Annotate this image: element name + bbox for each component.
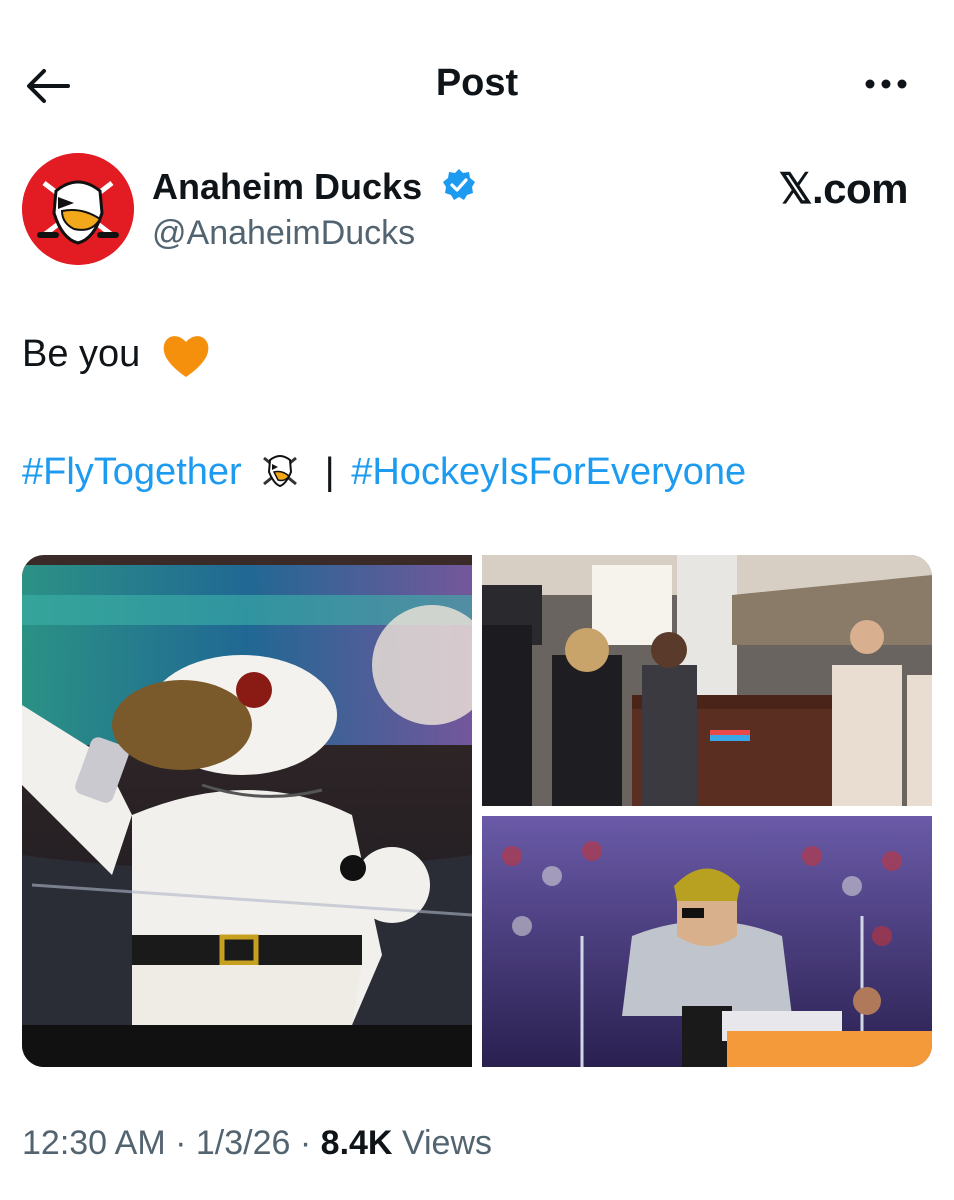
more-horizontal-icon (865, 79, 907, 89)
hashtag-separator: | (324, 451, 335, 493)
hashtags-line: #FlyTogether | #HockeyIsForEveryone (22, 450, 746, 494)
meta-dot: · (175, 1124, 187, 1162)
author-handle[interactable]: @AnaheimDucks (152, 214, 415, 253)
author-name[interactable]: Anaheim Ducks (152, 166, 422, 208)
top-bar: Post (0, 0, 954, 175)
ducks-emoji-icon (263, 455, 298, 488)
media-grid (22, 555, 932, 1067)
performer-photo-image (482, 816, 932, 1067)
post-body: Be you (22, 333, 141, 376)
page-title: Post (435, 62, 519, 104)
views-label: Views (401, 1124, 493, 1162)
source-label: 𝕏.com (778, 165, 909, 212)
meta-dot: · (299, 1124, 312, 1162)
performer-photo[interactable] (482, 816, 932, 1067)
mascot-photo[interactable] (22, 555, 492, 1067)
fan-table-photo-image (482, 555, 932, 806)
ducks-logo-icon (22, 153, 134, 265)
post-text: Be you (22, 333, 211, 379)
mascot-photo-image (22, 555, 492, 1067)
verified-badge-icon (443, 169, 475, 200)
avatar[interactable] (22, 153, 134, 265)
post-date[interactable]: 1/3/26 (196, 1124, 291, 1162)
orange-heart-icon (163, 336, 209, 377)
post-meta: 12:30 AM · 1/3/26 · 8.4K Views (22, 1124, 492, 1163)
more-button[interactable] (858, 62, 914, 102)
hashtag-flytogether[interactable]: #FlyTogether (22, 451, 242, 493)
post-time: 12:30 AM (22, 1124, 166, 1162)
fan-table-photo[interactable] (482, 555, 932, 806)
views-count: 8.4K (320, 1124, 393, 1162)
hashtag-hockeyisforeveryone[interactable]: #HockeyIsForEveryone (351, 451, 746, 493)
